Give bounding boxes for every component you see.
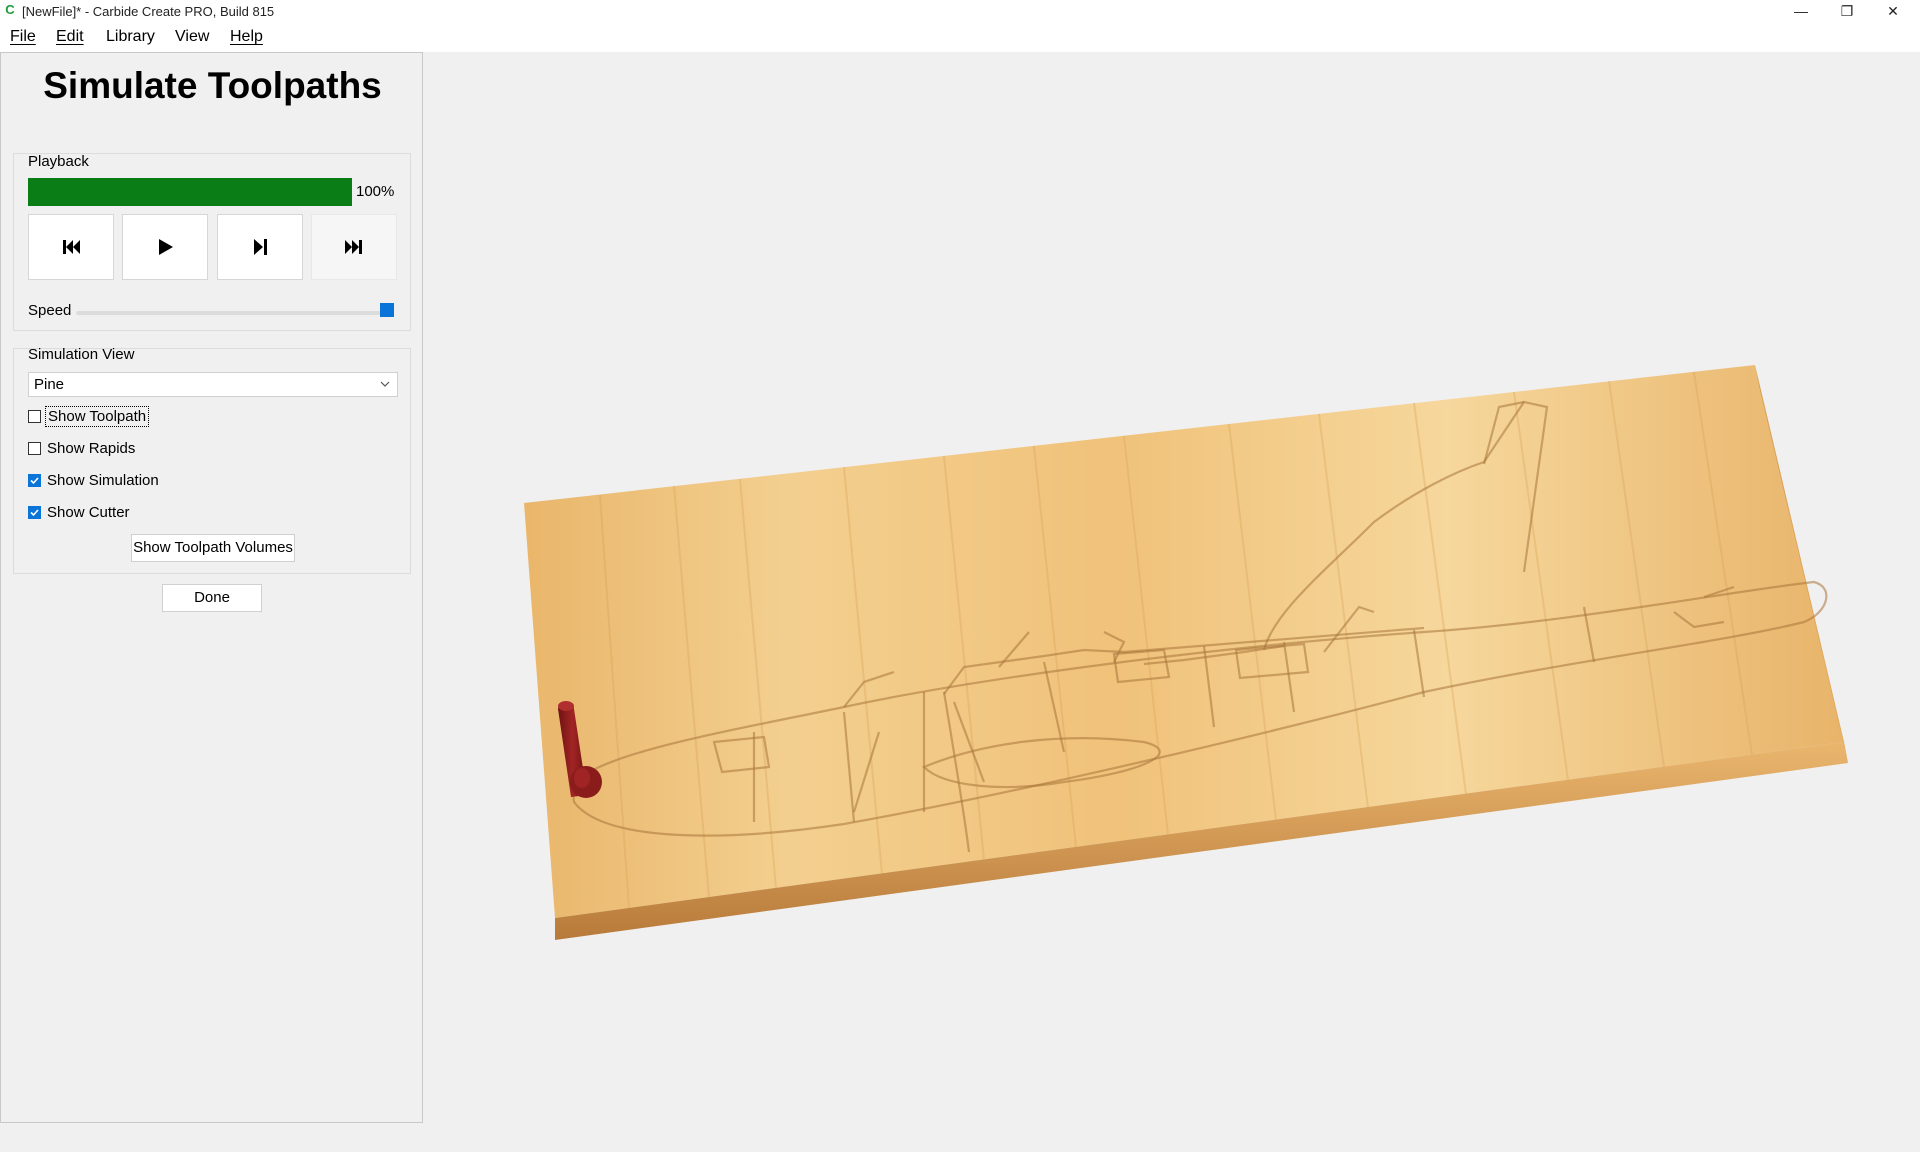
viewport-canvas xyxy=(524,365,1848,940)
menu-help[interactable]: Help xyxy=(230,28,263,46)
speed-label: Speed xyxy=(28,302,72,319)
menu-edit[interactable]: Edit xyxy=(56,28,84,46)
pine-stock-board xyxy=(524,365,1848,940)
show-rapids-label: Show Rapids xyxy=(47,439,136,457)
done-button[interactable]: Done xyxy=(162,584,262,612)
playback-label: Playback xyxy=(28,153,89,170)
simulation-view-group: Simulation View Pine Show Toolpath Show … xyxy=(13,346,411,574)
skip-to-end-icon xyxy=(345,240,362,254)
material-select-value: Pine xyxy=(34,376,65,393)
playback-group: Playback 100% Speed xyxy=(13,153,411,331)
show-cutter-row[interactable]: Show Cutter xyxy=(28,501,130,523)
progress-text: 100% xyxy=(356,183,395,200)
window-title: [NewFile]* - Carbide Create PRO, Build 8… xyxy=(22,4,275,19)
speed-slider-handle[interactable] xyxy=(380,303,394,317)
minimize-button[interactable]: — xyxy=(1778,0,1824,22)
show-toolpath-label: Show Toolpath xyxy=(44,405,150,427)
show-simulation-checkbox[interactable] xyxy=(28,473,41,487)
skip-to-start-icon xyxy=(63,240,80,254)
menu-file[interactable]: File xyxy=(10,28,36,46)
show-simulation-row[interactable]: Show Simulation xyxy=(28,469,159,491)
skip-to-end-button[interactable] xyxy=(311,214,397,280)
playback-progress-bar xyxy=(28,178,352,206)
show-simulation-label: Show Simulation xyxy=(47,471,159,489)
menu-library[interactable]: Library xyxy=(106,28,155,46)
speed-slider-track[interactable] xyxy=(76,311,394,315)
chevron-down-icon xyxy=(380,381,390,387)
restore-button[interactable]: ❐ xyxy=(1824,0,1870,22)
simulation-viewport[interactable] xyxy=(424,52,1920,1124)
checkmark-icon xyxy=(30,508,39,516)
step-forward-button[interactable] xyxy=(217,214,303,280)
material-select[interactable]: Pine xyxy=(28,372,398,397)
step-forward-icon xyxy=(254,239,267,255)
menu-bar: File Edit Library View Help xyxy=(0,22,1920,52)
menu-view[interactable]: View xyxy=(175,28,209,46)
skip-to-start-button[interactable] xyxy=(28,214,114,280)
simulate-toolpaths-panel: Simulate Toolpaths Playback 100% Speed S… xyxy=(0,52,423,1123)
show-cutter-label: Show Cutter xyxy=(47,503,130,521)
title-bar: C [NewFile]* - Carbide Create PRO, Build… xyxy=(0,0,1920,22)
show-cutter-checkbox[interactable] xyxy=(28,505,41,519)
show-rapids-row[interactable]: Show Rapids xyxy=(28,437,135,459)
simulation-view-label: Simulation View xyxy=(28,346,135,363)
show-toolpath-volumes-button[interactable]: Show Toolpath Volumes xyxy=(131,534,295,562)
checkmark-icon xyxy=(30,476,39,484)
play-button[interactable] xyxy=(122,214,208,280)
close-button[interactable]: ✕ xyxy=(1870,0,1916,22)
show-rapids-checkbox[interactable] xyxy=(28,441,41,455)
play-icon xyxy=(159,239,173,255)
panel-title: Simulate Toolpaths xyxy=(43,65,382,106)
app-logo-icon: C xyxy=(5,2,15,17)
show-toolpath-checkbox[interactable] xyxy=(28,409,41,423)
show-toolpath-row[interactable]: Show Toolpath xyxy=(28,405,150,427)
status-bar xyxy=(0,1124,1920,1152)
progress-fill xyxy=(28,178,352,206)
